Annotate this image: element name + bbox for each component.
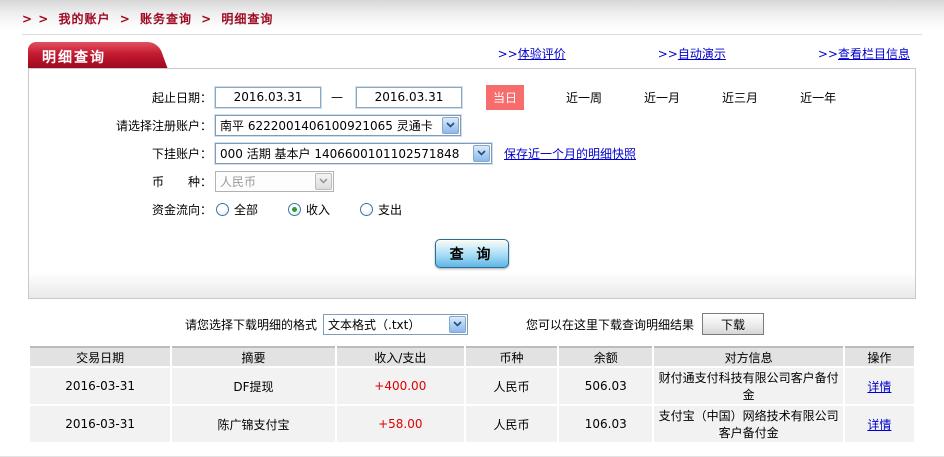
end-date-input[interactable] xyxy=(356,86,462,108)
quick-filter-last-year[interactable]: 近一年 xyxy=(800,89,836,106)
cell-date: 2016-03-31 xyxy=(30,406,171,442)
breadcrumb: > > 我的账户 > 账务查询 > 明细查询 xyxy=(0,0,944,27)
download-row: 请您选择下载明细的格式 文本格式（.txt） 您可以在这里下载查询明细结果 下载 xyxy=(0,312,944,336)
chevron-down-icon xyxy=(315,172,332,190)
register-account-row: 请选择注册账户： 南平 6222001406100921065 灵通卡 xyxy=(29,111,915,139)
quick-filter-last-month[interactable]: 近一月 xyxy=(644,89,680,106)
table-row: 2016-03-31 陈广锦支付宝 +58.00 人民币 106.03 支付宝（… xyxy=(30,406,914,442)
cell-counterparty: 财付通支付科技有限公司客户备付金 xyxy=(654,368,843,404)
sub-account-row: 下挂账户： 000 活期 基本户 1406600101102571848 保存近… xyxy=(29,139,915,167)
radio-icon xyxy=(360,202,374,216)
detail-link[interactable]: 详情 xyxy=(867,418,891,432)
radio-icon xyxy=(216,202,229,216)
currency-select: 人民币 xyxy=(215,170,334,192)
col-header-currency: 币种 xyxy=(465,346,558,366)
sub-account-label: 下挂账户： xyxy=(151,146,212,161)
quick-filter-last-3-months[interactable]: 近三月 xyxy=(722,89,758,106)
radio-checked-icon xyxy=(288,202,302,216)
cell-counterparty: 支付宝（中国）网络技术有限公司客户备付金 xyxy=(654,406,843,442)
cell-currency: 人民币 xyxy=(465,406,558,442)
col-header-balance: 余额 xyxy=(559,346,653,366)
flow-radio-all[interactable]: 全部 xyxy=(216,201,258,218)
quick-filter-today[interactable]: 当日 xyxy=(486,84,525,110)
date-range-dash: — xyxy=(331,90,343,104)
cell-date: 2016-03-31 xyxy=(30,368,171,404)
breadcrumb-item-detail-query[interactable]: 明细查询 xyxy=(221,12,273,26)
sub-account-value: 000 活期 基本户 1406600101102571848 xyxy=(220,146,460,161)
chevron-down-icon xyxy=(473,144,490,162)
link-auto-demo[interactable]: >>自动演示 xyxy=(658,45,726,62)
currency-value: 人民币 xyxy=(220,174,257,189)
flow-radio-all-label: 全部 xyxy=(234,202,259,217)
register-account-label: 请选择注册账户： xyxy=(115,118,212,133)
tab-title: 明细查询 xyxy=(42,50,106,66)
quick-filter-last-week[interactable]: 近一周 xyxy=(566,89,602,106)
col-header-counterparty: 对方信息 xyxy=(654,346,843,366)
cell-currency: 人民币 xyxy=(465,368,558,404)
breadcrumb-separator: > xyxy=(201,12,213,26)
flow-radio-expense-label: 支出 xyxy=(378,202,403,217)
breadcrumb-item-account-query[interactable]: 账务查询 xyxy=(140,12,192,26)
flow-radio-income[interactable]: 收入 xyxy=(288,201,330,218)
chevron-down-icon xyxy=(449,315,467,333)
col-header-amount: 收入/支出 xyxy=(336,346,464,366)
link-view-column-info[interactable]: >>查看栏目信息 xyxy=(818,45,910,62)
chevron-down-icon xyxy=(442,116,459,134)
cell-summary: DF提现 xyxy=(172,368,335,404)
sub-account-select[interactable]: 000 活期 基本户 1406600101102571848 xyxy=(215,142,492,164)
breadcrumb-separator: > xyxy=(119,12,131,26)
col-header-date: 交易日期 xyxy=(30,346,171,366)
download-format-value: 文本格式（.txt） xyxy=(328,317,421,332)
cell-balance: 506.03 xyxy=(559,368,653,404)
currency-label: 币 种： xyxy=(151,174,212,189)
breadcrumb-divider xyxy=(22,34,922,35)
breadcrumb-item-my-account[interactable]: 我的账户 xyxy=(58,12,110,26)
flow-direction-row: 资金流向： 全部 收入 支出 xyxy=(29,195,915,223)
save-monthly-snapshot-link[interactable]: 保存近一个月的明细快照 xyxy=(504,145,636,162)
transactions-table: 交易日期 摘要 收入/支出 币种 余额 对方信息 操作 2016-03-31 D… xyxy=(28,344,916,444)
register-account-value: 南平 6222001406100921065 灵通卡 xyxy=(220,118,433,133)
currency-row: 币 种： 人民币 xyxy=(29,167,915,195)
link-experience-feedback[interactable]: >>体验评价 xyxy=(498,45,566,62)
flow-radio-expense[interactable]: 支出 xyxy=(360,201,402,218)
detail-link[interactable]: 详情 xyxy=(867,380,891,394)
flow-radio-income-label: 收入 xyxy=(306,202,331,217)
download-hint: 您可以在这里下载查询明细结果 xyxy=(526,317,695,332)
breadcrumb-prefix: > > xyxy=(22,12,50,26)
start-date-input[interactable] xyxy=(215,86,321,108)
tab-detail-query[interactable]: 明细查询 xyxy=(28,42,168,68)
flow-direction-label: 资金流向： xyxy=(151,202,212,217)
cell-amount: +58.00 xyxy=(336,406,464,442)
download-format-label: 请您选择下载明细的格式 xyxy=(185,317,318,332)
col-header-action: 操作 xyxy=(844,346,914,366)
download-format-select[interactable]: 文本格式（.txt） xyxy=(323,313,469,335)
cell-summary: 陈广锦支付宝 xyxy=(172,406,335,442)
top-gradient-bar: > > 我的账户 > 账务查询 > 明细查询 xyxy=(0,0,944,30)
date-range-label: 起止日期： xyxy=(151,90,212,105)
query-button[interactable]: 查 询 xyxy=(435,239,509,268)
cell-balance: 106.03 xyxy=(559,406,653,442)
date-range-row: 起止日期： — 当日 近一周 近一月 近三月 近一年 xyxy=(29,83,915,111)
table-header-row: 交易日期 摘要 收入/支出 币种 余额 对方信息 操作 xyxy=(30,346,914,366)
col-header-summary: 摘要 xyxy=(172,346,335,366)
table-row: 2016-03-31 DF提现 +400.00 人民币 506.03 财付通支付… xyxy=(30,368,914,404)
download-button[interactable]: 下载 xyxy=(702,313,765,335)
query-form-panel: 起止日期： — 当日 近一周 近一月 近三月 近一年 请选择注册账户： 南平 6… xyxy=(28,68,916,299)
register-account-select[interactable]: 南平 6222001406100921065 灵通卡 xyxy=(215,114,461,136)
cell-amount: +400.00 xyxy=(336,368,464,404)
